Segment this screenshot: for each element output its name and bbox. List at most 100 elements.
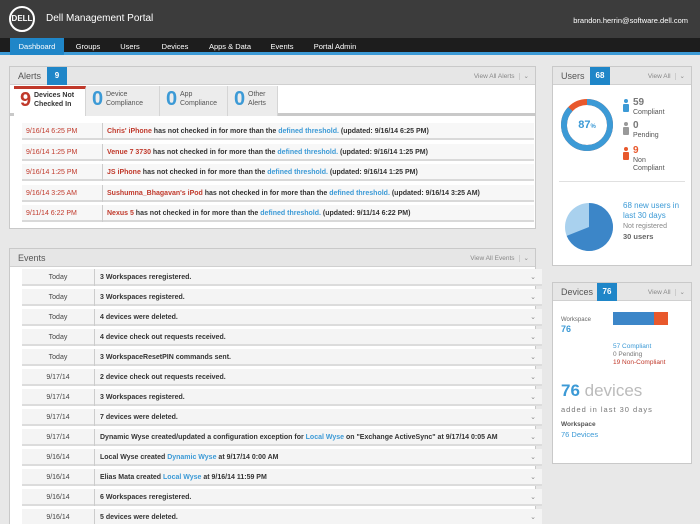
alert-tab-other-alerts[interactable]: 0 Other Alerts xyxy=(228,86,278,116)
event-message: 3 Workspaces registered. xyxy=(94,389,185,406)
view-all-events-link[interactable]: View All Events ⌄ xyxy=(470,254,529,262)
tab-groups[interactable]: Groups xyxy=(68,38,108,55)
event-row[interactable]: 9/16/14 5 devices were deleted. ⌄ xyxy=(22,509,542,524)
workspace-label: Workspace xyxy=(561,317,591,323)
workspace-devices-link[interactable]: 76 Devices xyxy=(561,430,598,439)
defined-threshold-link[interactable]: defined threshold. xyxy=(278,128,339,135)
alert-device-link[interactable]: Nexus 5 xyxy=(107,210,134,217)
alert-tab-device-compliance[interactable]: 0 Device Compliance xyxy=(86,86,160,116)
devices-compliant-link[interactable]: 57 Compliant xyxy=(613,343,651,350)
event-date: Today xyxy=(48,274,68,281)
view-all-devices-link[interactable]: View All ⌄ xyxy=(648,288,685,296)
events-title: Events xyxy=(18,253,46,263)
chevron-down-icon[interactable]: ⌄ xyxy=(530,289,536,306)
event-row[interactable]: Today 4 devices were deleted. ⌄ xyxy=(22,309,542,326)
event-entity-link[interactable]: Local Wyse xyxy=(163,474,201,481)
event-row[interactable]: 9/17/14 3 Workspaces registered. ⌄ xyxy=(22,389,542,406)
chevron-down-icon[interactable]: ⌄ xyxy=(518,73,529,80)
users-compliant-label: Compliant xyxy=(633,109,665,116)
alert-message: Chris' iPhone has not checked in for mor… xyxy=(102,123,429,140)
chevron-down-icon[interactable]: ⌄ xyxy=(530,509,536,524)
event-date: Today xyxy=(48,334,68,341)
new-users-pie xyxy=(565,203,613,251)
user-noncompliant-icon xyxy=(623,147,629,160)
dell-logo[interactable]: DELL xyxy=(9,6,35,32)
tab-portal-admin[interactable]: Portal Admin xyxy=(310,38,360,55)
event-message: 3 WorkspaceResetPIN commands sent. xyxy=(94,349,231,366)
app-title: Dell Management Portal xyxy=(46,13,154,24)
chevron-down-icon[interactable]: ⌄ xyxy=(530,449,536,466)
defined-threshold-link[interactable]: defined threshold. xyxy=(260,210,321,217)
chevron-down-icon[interactable]: ⌄ xyxy=(530,469,536,486)
alert-device-link[interactable]: Chris' iPhone xyxy=(107,128,152,135)
chevron-down-icon[interactable]: ⌄ xyxy=(530,409,536,426)
defined-threshold-link[interactable]: defined threshold. xyxy=(267,169,328,176)
event-row[interactable]: 9/17/14 Dynamic Wyse created/updated a co… xyxy=(22,429,542,446)
event-row[interactable]: 9/17/14 7 devices were deleted. ⌄ xyxy=(22,409,542,426)
view-all-users-link[interactable]: View All ⌄ xyxy=(648,72,685,80)
event-row[interactable]: 9/16/14 6 Workspaces reregistered. ⌄ xyxy=(22,489,542,506)
event-message: 2 device check out requests received. xyxy=(94,369,226,386)
chevron-down-icon[interactable]: ⌄ xyxy=(530,429,536,446)
not-registered-count: 30 users xyxy=(623,232,654,241)
event-row[interactable]: 9/16/14 Elias Mata created Local Wyse at … xyxy=(22,469,542,486)
chevron-down-icon[interactable]: ⌄ xyxy=(530,309,536,326)
chevron-down-icon[interactable]: ⌄ xyxy=(530,389,536,406)
compliance-percent: 87% xyxy=(578,119,596,131)
event-date: 9/16/14 xyxy=(46,454,70,461)
event-date: 9/16/14 xyxy=(46,514,70,521)
event-entity-link[interactable]: Dynamic Wyse xyxy=(167,454,216,461)
devices-count-badge: 76 xyxy=(597,283,617,301)
event-message: 7 devices were deleted. xyxy=(94,409,178,426)
tab-users[interactable]: Users xyxy=(114,38,146,55)
user-account-menu[interactable]: brandon.herrin@software.dell.com xyxy=(573,16,688,25)
event-row[interactable]: Today 3 WorkspaceResetPIN commands sent. ⌄ xyxy=(22,349,542,366)
alerts-count-badge: 9 xyxy=(47,67,67,85)
chevron-down-icon[interactable]: ⌄ xyxy=(530,369,536,386)
defined-threshold-link[interactable]: defined threshold. xyxy=(329,190,390,197)
defined-threshold-link[interactable]: defined threshold. xyxy=(277,149,338,156)
alert-tab-app-compliance[interactable]: 0 App Compliance xyxy=(160,86,228,116)
top-bar: DELL Dell Management Portal brandon.herr… xyxy=(0,0,700,38)
alert-device-link[interactable]: Venue 7 3730 xyxy=(107,149,151,156)
event-row[interactable]: Today 3 Workspaces reregistered. ⌄ xyxy=(22,269,542,286)
event-entity-link[interactable]: Local Wyse xyxy=(306,434,344,441)
event-message: 6 Workspaces reregistered. xyxy=(94,489,191,506)
chevron-down-icon[interactable]: ⌄ xyxy=(674,289,685,296)
devices-noncompliant-link[interactable]: 19 Non-Compliant xyxy=(613,359,665,366)
event-message: Local Wyse created Dynamic Wyse at 9/17/… xyxy=(94,449,278,466)
not-registered-label: Not registered xyxy=(623,223,667,230)
workspace-count[interactable]: 76 xyxy=(561,324,571,334)
event-row[interactable]: Today 3 Workspaces registered. ⌄ xyxy=(22,289,542,306)
view-all-alerts-link[interactable]: View All Alerts ⌄ xyxy=(474,72,529,80)
tab-apps-data[interactable]: Apps & Data xyxy=(204,38,256,55)
new-users-link[interactable]: 68 new users in last 30 days xyxy=(623,201,679,221)
users-panel: Users 68 View All ⌄ 87% 59 Compliant 0 Pe… xyxy=(552,66,692,266)
event-message: Elias Mata created Local Wyse at 9/16/14… xyxy=(94,469,267,486)
tab-events[interactable]: Events xyxy=(264,38,300,55)
alerts-header: Alerts 9 View All Alerts ⌄ xyxy=(10,67,535,85)
event-date: 9/17/14 xyxy=(46,394,70,401)
chevron-down-icon[interactable]: ⌄ xyxy=(674,73,685,80)
main-nav: Dashboard Groups Users Devices Apps & Da… xyxy=(0,38,700,55)
tab-dashboard[interactable]: Dashboard xyxy=(10,38,64,55)
users-title: Users xyxy=(561,71,585,81)
event-row[interactable]: Today 4 device check out requests receive… xyxy=(22,329,542,346)
devices-pending-label: 0 Pending xyxy=(613,351,643,358)
event-message: 3 Workspaces reregistered. xyxy=(94,269,191,286)
chevron-down-icon[interactable]: ⌄ xyxy=(530,349,536,366)
devices-added-count: 76 devices xyxy=(561,381,643,400)
tab-devices[interactable]: Devices xyxy=(156,38,194,55)
alert-time: 9/16/14 3:25 AM xyxy=(26,189,77,197)
chevron-down-icon[interactable]: ⌄ xyxy=(530,489,536,506)
event-row[interactable]: 9/16/14 Local Wyse created Dynamic Wyse a… xyxy=(22,449,542,466)
chevron-down-icon[interactable]: ⌄ xyxy=(518,255,529,262)
alert-tab-not-checked-in[interactable]: 9 Devices Not Checked In xyxy=(14,86,86,116)
alert-row: 9/11/14 6:22 PM Nexus 5 has not checked i… xyxy=(22,205,534,222)
event-row[interactable]: 9/17/14 2 device check out requests recei… xyxy=(22,369,542,386)
alert-device-link[interactable]: JS iPhone xyxy=(107,169,141,176)
alert-device-link[interactable]: Sushumna_Bhagavan's iPod xyxy=(107,190,203,197)
chevron-down-icon[interactable]: ⌄ xyxy=(530,329,536,346)
alerts-panel: Alerts 9 View All Alerts ⌄ 9 Devices Not C… xyxy=(9,66,536,229)
chevron-down-icon[interactable]: ⌄ xyxy=(530,269,536,286)
